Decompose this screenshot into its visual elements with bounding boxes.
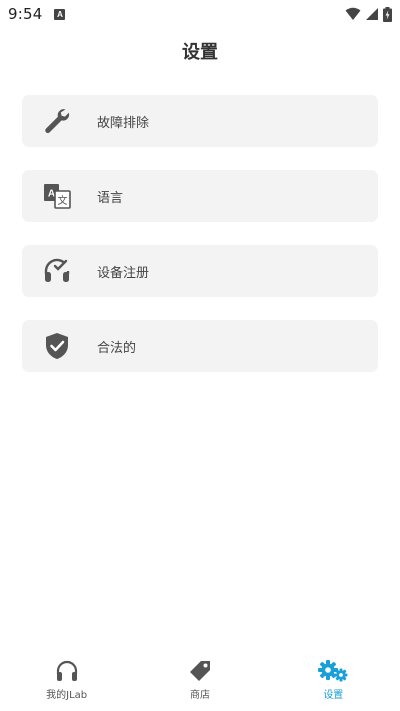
cell-signal-icon [366, 8, 378, 20]
nav-label: 商店 [189, 690, 210, 701]
status-right [345, 6, 392, 22]
svg-text:文: 文 [58, 194, 68, 207]
settings-list: 故障排除 A 文 语言 设备注册 合法的 [22, 95, 378, 395]
page-title: 设置 [182, 42, 218, 63]
status-time: 9:54 [8, 5, 43, 23]
nav-label: 设置 [323, 690, 344, 701]
svg-text:A: A [48, 189, 55, 200]
headphones-check-icon [22, 245, 92, 297]
tag-icon [189, 661, 210, 681]
settings-item-label: 合法的 [97, 340, 137, 356]
settings-item-legal[interactable]: 合法的 [22, 320, 378, 372]
settings-item-label: 设备注册 [97, 265, 150, 281]
settings-item-label: 语言 [97, 190, 124, 206]
nav-settings[interactable]: 设置 [267, 659, 400, 701]
bottom-navigation: 我的JLab 商店 设置 [0, 649, 400, 711]
nav-store[interactable]: 商店 [133, 659, 266, 701]
status-left: 9:54 A [8, 5, 66, 23]
settings-item-language[interactable]: A 文 语言 [22, 170, 378, 222]
settings-item-label: 故障排除 [97, 115, 150, 131]
battery-icon [383, 6, 392, 22]
nav-my-jlab[interactable]: 我的JLab [0, 659, 133, 701]
status-bar: 9:54 A [0, 0, 400, 28]
wrench-icon [22, 95, 92, 147]
nav-label: 我的JLab [46, 690, 88, 701]
notification-icon: A [54, 8, 66, 20]
translate-icon: A 文 [22, 170, 92, 222]
settings-item-device-registration[interactable]: 设备注册 [22, 245, 378, 297]
headphones-icon [56, 660, 77, 681]
settings-screen: 9:54 A 设置 故障排除 A 文 语言 设备注册 合法的 我的JLab 商店… [0, 0, 400, 711]
wifi-icon [345, 7, 361, 20]
gears-icon [318, 660, 348, 682]
settings-item-troubleshooting[interactable]: 故障排除 [22, 95, 378, 147]
shield-check-icon [22, 320, 92, 372]
